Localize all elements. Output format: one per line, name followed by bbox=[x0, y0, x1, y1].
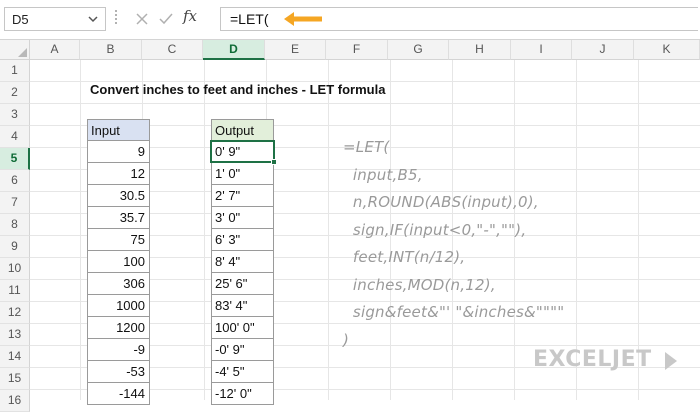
formula-line: sign&feet&"' "&inches&"""" bbox=[343, 303, 565, 321]
formula-line: n,ROUND(ABS(input),0), bbox=[343, 193, 539, 211]
input-cell[interactable]: 30.5 bbox=[87, 185, 150, 207]
input-cell[interactable]: -53 bbox=[87, 361, 150, 383]
row-header-10[interactable]: 10 bbox=[0, 258, 30, 280]
row-header-9[interactable]: 9 bbox=[0, 236, 30, 258]
row-header-15[interactable]: 15 bbox=[0, 368, 30, 390]
formula-line: =LET( bbox=[343, 138, 390, 156]
column-header-a[interactable]: A bbox=[30, 40, 80, 60]
input-cell[interactable]: 1000 bbox=[87, 295, 150, 317]
formula-bar: D5 fx =LET( bbox=[0, 0, 700, 40]
formula-line: input,B5, bbox=[343, 165, 423, 184]
input-cell[interactable]: 35.7 bbox=[87, 207, 150, 229]
column-header-c[interactable]: C bbox=[142, 40, 203, 60]
row-header-12[interactable]: 12 bbox=[0, 302, 30, 324]
formula-text: =LET( bbox=[230, 11, 269, 27]
input-cell[interactable]: 100 bbox=[87, 251, 150, 273]
exceljet-logo: EXCELJET bbox=[533, 347, 652, 372]
output-cell[interactable]: 1' 0" bbox=[211, 163, 274, 185]
row-header-4[interactable]: 4 bbox=[0, 126, 30, 148]
formula-line: feet,INT(n/12), bbox=[343, 248, 466, 266]
select-all-corner[interactable] bbox=[0, 40, 30, 60]
row-header-7[interactable]: 7 bbox=[0, 192, 30, 214]
column-header-e[interactable]: E bbox=[265, 40, 326, 60]
output-cell[interactable]: 100' 0" bbox=[211, 317, 274, 339]
input-header[interactable]: Input bbox=[87, 119, 150, 141]
row-header-16[interactable]: 16 bbox=[0, 390, 30, 412]
row-header-13[interactable]: 13 bbox=[0, 324, 30, 346]
enter-check-icon[interactable] bbox=[157, 10, 175, 28]
formula-line: inches,MOD(n,12), bbox=[343, 275, 496, 294]
sheet-title: Convert inches to feet and inches - LET … bbox=[90, 82, 386, 97]
output-cell[interactable]: -4' 5" bbox=[211, 361, 274, 383]
formula-explanation: =LET( input,B5, n,ROUND(ABS(input),0), s… bbox=[343, 134, 564, 354]
row-header-11[interactable]: 11 bbox=[0, 280, 30, 302]
row-header-2[interactable]: 2 bbox=[0, 82, 30, 104]
input-cell[interactable]: -144 bbox=[87, 383, 150, 405]
formula-line: ) bbox=[343, 330, 350, 349]
arrow-left-icon bbox=[284, 12, 322, 26]
row-header-14[interactable]: 14 bbox=[0, 346, 30, 368]
chevron-down-icon[interactable] bbox=[87, 12, 99, 26]
output-cell[interactable]: 3' 0" bbox=[211, 207, 274, 229]
output-cell[interactable]: 25' 6" bbox=[211, 273, 274, 295]
column-header-k[interactable]: K bbox=[634, 40, 700, 60]
input-cell[interactable]: 12 bbox=[87, 163, 150, 185]
input-cell[interactable]: 1200 bbox=[87, 317, 150, 339]
name-box-value: D5 bbox=[12, 12, 29, 27]
output-cell[interactable]: 0' 9" bbox=[211, 141, 274, 163]
output-cell[interactable]: 83' 4" bbox=[211, 295, 274, 317]
input-cell[interactable]: 9 bbox=[87, 141, 150, 163]
row-header-5[interactable]: 5 bbox=[0, 148, 30, 170]
cancel-icon[interactable] bbox=[133, 10, 151, 28]
drag-handle[interactable] bbox=[115, 10, 117, 28]
column-header-d[interactable]: D bbox=[203, 40, 265, 60]
row-header-6[interactable]: 6 bbox=[0, 170, 30, 192]
fill-handle[interactable] bbox=[271, 159, 277, 165]
output-cell[interactable]: 6' 3" bbox=[211, 229, 274, 251]
input-cell[interactable]: 306 bbox=[87, 273, 150, 295]
column-header-h[interactable]: H bbox=[449, 40, 511, 60]
output-header[interactable]: Output bbox=[211, 119, 274, 141]
input-cell[interactable]: -9 bbox=[87, 339, 150, 361]
column-header-g[interactable]: G bbox=[388, 40, 449, 60]
name-box[interactable]: D5 bbox=[4, 7, 106, 31]
input-cell[interactable]: 75 bbox=[87, 229, 150, 251]
formula-line: sign,IF(input<0,"-",""), bbox=[343, 220, 527, 239]
row-header-1[interactable]: 1 bbox=[0, 60, 30, 82]
output-cell[interactable]: 8' 4" bbox=[211, 251, 274, 273]
output-cell[interactable]: -0' 9" bbox=[211, 339, 274, 361]
output-cell[interactable]: 2' 7" bbox=[211, 185, 274, 207]
logo-arrow-icon bbox=[665, 352, 677, 370]
column-header-j[interactable]: J bbox=[572, 40, 634, 60]
column-header-f[interactable]: F bbox=[326, 40, 388, 60]
column-header-b[interactable]: B bbox=[80, 40, 142, 60]
column-header-i[interactable]: I bbox=[511, 40, 572, 60]
row-header-3[interactable]: 3 bbox=[0, 104, 30, 126]
insert-function-button[interactable]: fx bbox=[183, 7, 197, 25]
output-cell[interactable]: -12' 0" bbox=[211, 383, 274, 405]
row-header-8[interactable]: 8 bbox=[0, 214, 30, 236]
